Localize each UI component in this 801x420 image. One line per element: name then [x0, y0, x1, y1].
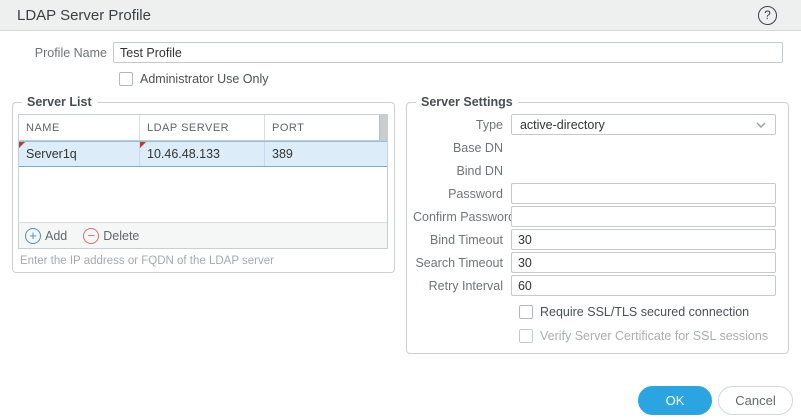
admin-only-checkbox[interactable] [119, 72, 133, 86]
cell-ldap-server: 10.46.48.133 [140, 142, 265, 166]
require-ssl-row: Require SSL/TLS secured connection [519, 304, 776, 320]
retry-interval-row: Retry Interval [413, 275, 776, 296]
dialog-header: LDAP Server Profile ? [0, 0, 801, 31]
table-empty-area [19, 167, 387, 222]
modified-marker [140, 142, 146, 148]
table-row[interactable]: Server1q 10.46.48.133 389 [19, 141, 387, 167]
server-list-group: Server List NAME LDAP SERVER PORT Server… [12, 102, 395, 273]
modified-marker [19, 142, 25, 148]
bind-timeout-row: Bind Timeout [413, 229, 776, 250]
bind-timeout-input[interactable] [511, 229, 776, 250]
type-row: Type active-directory [413, 114, 776, 135]
search-timeout-row: Search Timeout [413, 252, 776, 273]
confirm-password-row: Confirm Password [413, 206, 776, 227]
base-dn-label: Base DN [413, 141, 511, 155]
help-icon[interactable]: ? [758, 6, 777, 25]
scrollbar-stub [379, 115, 387, 140]
cell-name: Server1q [19, 142, 140, 166]
dialog-footer: OK Cancel [638, 386, 793, 415]
server-settings-legend: Server Settings [416, 95, 518, 109]
dialog-title: LDAP Server Profile [17, 7, 151, 24]
table-toolbar: + Add − Delete [19, 222, 387, 248]
verify-cert-label: Verify Server Certificate for SSL sessio… [540, 329, 768, 343]
ldap-server-profile-dialog: LDAP Server Profile ? Profile Name Admin… [0, 0, 801, 420]
profile-name-label: Profile Name [0, 46, 113, 60]
type-label: Type [413, 118, 511, 132]
search-timeout-label: Search Timeout [413, 256, 511, 270]
require-ssl-checkbox[interactable] [519, 305, 533, 319]
bind-dn-row: Bind DN [413, 160, 776, 181]
verify-cert-row: Verify Server Certificate for SSL sessio… [519, 328, 776, 344]
plus-circle-icon: + [25, 228, 41, 244]
cell-port: 389 [265, 142, 387, 166]
cancel-button[interactable]: Cancel [718, 386, 793, 415]
password-label: Password [413, 187, 511, 201]
search-timeout-input[interactable] [511, 252, 776, 273]
require-ssl-label[interactable]: Require SSL/TLS secured connection [540, 305, 749, 319]
confirm-password-label: Confirm Password [413, 210, 511, 224]
password-row: Password [413, 183, 776, 204]
bind-dn-label: Bind DN [413, 164, 511, 178]
column-header-ldap-server[interactable]: LDAP SERVER [140, 115, 265, 140]
add-button[interactable]: + Add [25, 228, 67, 244]
admin-only-label[interactable]: Administrator Use Only [140, 72, 269, 86]
profile-name-input[interactable] [113, 42, 783, 63]
server-table-header: NAME LDAP SERVER PORT [19, 115, 387, 141]
server-list-legend: Server List [22, 95, 97, 109]
bind-timeout-label: Bind Timeout [413, 233, 511, 247]
ok-button[interactable]: OK [638, 386, 712, 415]
server-settings-group: Server Settings Type active-directory Ba… [406, 102, 789, 354]
confirm-password-input[interactable] [511, 206, 776, 227]
retry-interval-input[interactable] [511, 275, 776, 296]
column-header-port[interactable]: PORT [265, 115, 379, 140]
retry-interval-label: Retry Interval [413, 279, 511, 293]
column-header-name[interactable]: NAME [19, 115, 140, 140]
verify-cert-checkbox [519, 329, 533, 343]
type-dropdown[interactable]: active-directory [511, 114, 776, 135]
minus-circle-icon: − [83, 228, 99, 244]
delete-button[interactable]: − Delete [83, 228, 139, 244]
base-dn-row: Base DN [413, 137, 776, 158]
chevron-down-icon [755, 119, 767, 131]
password-input[interactable] [511, 183, 776, 204]
server-table: NAME LDAP SERVER PORT Server1q 10.46.48.… [18, 114, 388, 249]
profile-name-row: Profile Name [0, 42, 801, 63]
admin-only-row: Administrator Use Only [119, 72, 801, 86]
server-list-hint: Enter the IP address or FQDN of the LDAP… [20, 255, 386, 267]
